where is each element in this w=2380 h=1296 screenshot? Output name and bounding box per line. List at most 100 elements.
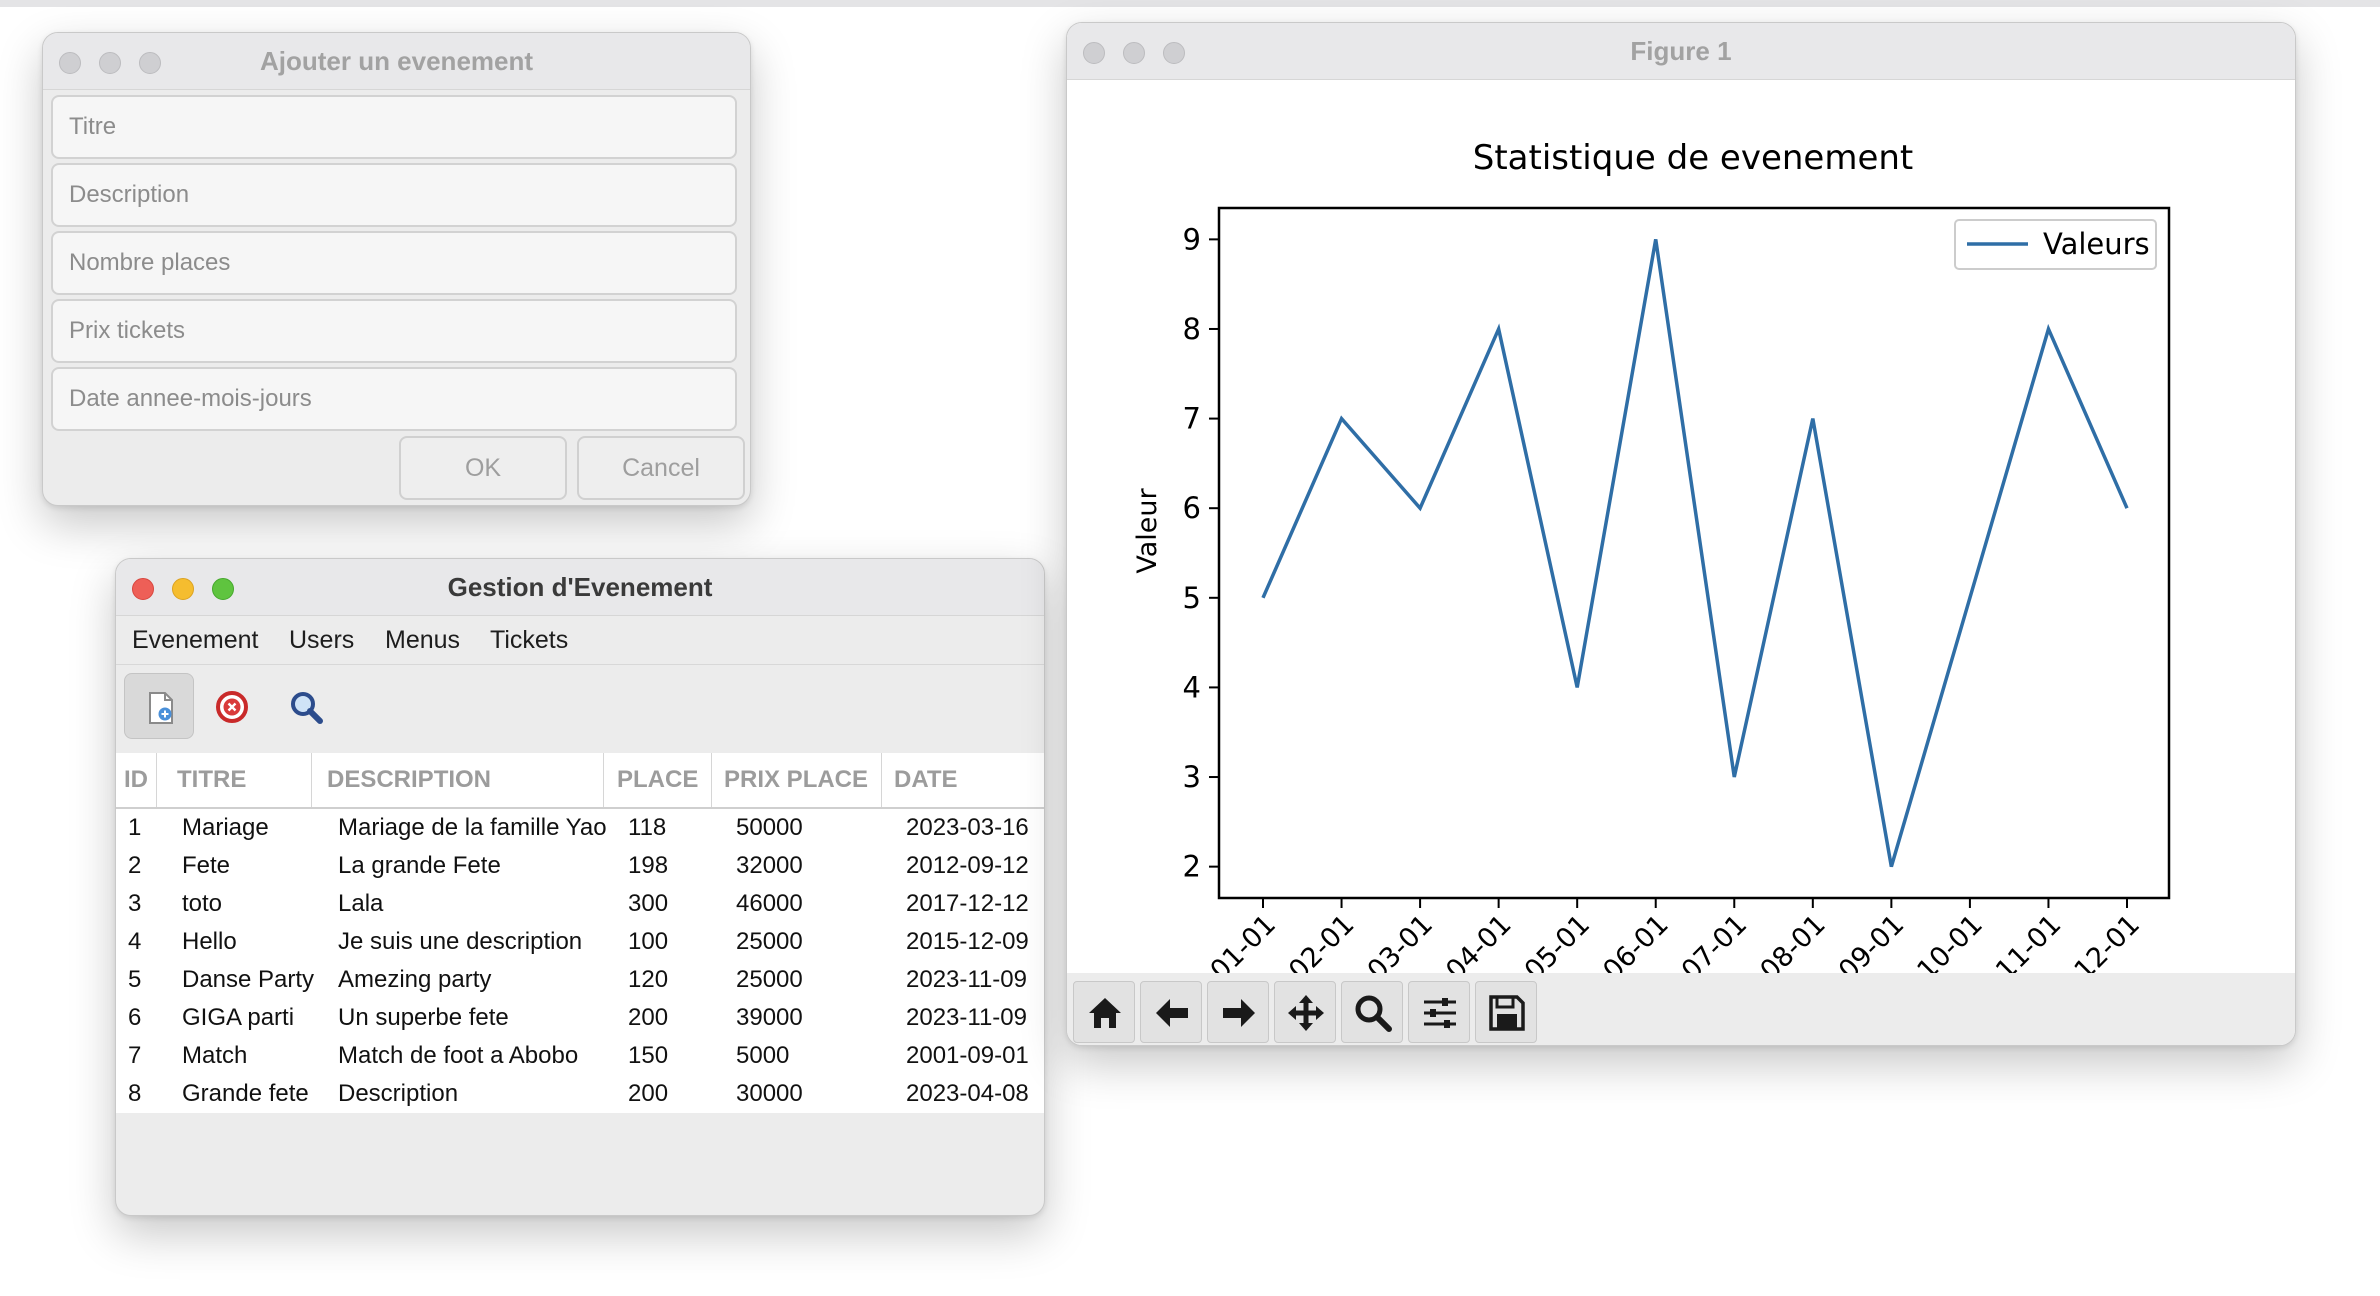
cell-date: 2001-09-01 xyxy=(906,1042,1029,1069)
y-tick-label: 9 xyxy=(1183,222,1201,256)
cell-description: Un superbe fete xyxy=(338,1004,509,1031)
dialog-title: Ajouter un evenement xyxy=(259,46,534,76)
screen-top-edge xyxy=(0,0,2380,7)
column-header-titre[interactable]: TITRE xyxy=(156,753,311,807)
back-arrow-icon xyxy=(1156,999,1188,1027)
cell-description: Amezing party xyxy=(338,966,492,993)
cell-titre: Danse Party xyxy=(182,966,315,993)
main-window-title: Gestion d'Evenement xyxy=(447,572,713,602)
cell-place: 200 xyxy=(628,1080,669,1107)
legend: Valeurs xyxy=(1954,219,2157,270)
axes-frame xyxy=(1217,206,2171,900)
add-event-dialog: Ajouter un evenement Titre Description N… xyxy=(42,32,751,506)
cell-id: 6 xyxy=(128,1004,142,1031)
y-tick-label: 5 xyxy=(1183,581,1201,615)
table-row[interactable]: 8 Grande fete Description 200 30000 2023-04-0… xyxy=(116,1075,1044,1113)
table-row[interactable]: 4 Hello Je suis une description 100 25000 201… xyxy=(116,923,1044,961)
search-event-button[interactable] xyxy=(270,673,340,739)
cell-prix-place: 30000 xyxy=(736,1080,803,1107)
configure-subplots-icon xyxy=(1424,998,1456,1028)
table-row[interactable]: 6 GIGA parti Un superbe fete 200 39000 2023-1… xyxy=(116,999,1044,1037)
cell-titre: toto xyxy=(182,890,223,917)
cell-prix-place: 50000 xyxy=(736,814,803,841)
cell-date: 2023-04-08 xyxy=(906,1080,1029,1107)
places-count-input[interactable]: Nombre places xyxy=(51,231,737,295)
cell-description: Mariage de la famille Yao xyxy=(338,814,607,841)
configure-subplots-button[interactable] xyxy=(1408,981,1470,1043)
x-tick-label: 1-06-01 xyxy=(1578,909,1674,973)
plot-area: Statistique de evenement Valeur 2 3 4 5 6 7 8 9… xyxy=(1067,80,2295,1005)
table-row[interactable]: 2 Fete La grande Fete 198 32000 2012-09-12 xyxy=(116,847,1044,885)
menu-users[interactable]: Users xyxy=(289,616,354,664)
cell-prix-place: 32000 xyxy=(736,852,803,879)
ticket-price-input[interactable]: Prix tickets xyxy=(51,299,737,363)
menu-menus[interactable]: Menus xyxy=(385,616,460,664)
y-tick-label: 3 xyxy=(1183,760,1201,794)
delete-icon xyxy=(216,691,248,723)
x-tick-label: 1-09-01 xyxy=(1814,909,1910,973)
save-figure-button[interactable] xyxy=(1475,981,1537,1043)
home-button[interactable] xyxy=(1073,981,1135,1043)
column-header-id[interactable]: ID xyxy=(116,753,156,807)
forward-button[interactable] xyxy=(1207,981,1269,1043)
description-input[interactable]: Description xyxy=(51,163,737,227)
add-event-button[interactable] xyxy=(124,673,194,739)
cancel-button[interactable]: Cancel xyxy=(577,436,745,500)
x-tick-label: 1-08-01 xyxy=(1735,909,1831,973)
cell-prix-place: 46000 xyxy=(736,890,803,917)
cell-prix-place: 39000 xyxy=(736,1004,803,1031)
cell-place: 118 xyxy=(628,814,667,841)
table-row[interactable]: 7 Match Match de foot a Abobo 150 5000 2001-0… xyxy=(116,1037,1044,1075)
figure-titlebar[interactable]: Figure 1 xyxy=(1067,23,2295,80)
back-button[interactable] xyxy=(1140,981,1202,1043)
x-tick-label: 1-02-01 xyxy=(1264,909,1360,973)
delete-event-button[interactable] xyxy=(196,673,266,739)
forward-arrow-icon xyxy=(1223,999,1255,1027)
column-header-prix-place[interactable]: PRIX PLACE xyxy=(711,753,881,807)
x-tick-label: 1-11-01 xyxy=(1971,909,2067,973)
add-document-icon xyxy=(149,692,173,724)
table-row[interactable]: 3 toto Lala 300 46000 2017-12-12 xyxy=(116,885,1044,923)
event-management-window: Gestion d'Evenement Evenement Users Menu… xyxy=(115,558,1045,1216)
title-input[interactable]: Titre xyxy=(51,95,737,159)
x-tick-label: 1-10-01 xyxy=(1892,909,1988,973)
table-row[interactable]: 1 Mariage Mariage de la famille Yao 118 5000… xyxy=(116,809,1044,847)
menu-tickets[interactable]: Tickets xyxy=(490,616,568,664)
cell-description: Description xyxy=(338,1080,459,1107)
cell-titre: Hello xyxy=(182,928,237,955)
cell-id: 5 xyxy=(128,966,142,993)
pan-icon xyxy=(1288,995,1324,1031)
column-header-description[interactable]: DESCRIPTION xyxy=(311,753,603,807)
cell-prix-place: 25000 xyxy=(736,966,803,993)
save-icon xyxy=(1489,995,1525,1031)
main-titlebar[interactable]: Gestion d'Evenement xyxy=(116,559,1044,616)
table-row[interactable]: 5 Danse Party Amezing party 120 25000 2023-11… xyxy=(116,961,1044,999)
x-axis: -01-011-02-011-03-011-04-011-05-011-06-0… xyxy=(1198,898,2146,1005)
ok-button[interactable]: OK xyxy=(399,436,567,500)
table-header: ID TITRE DESCRIPTION PLACE PRIX PLACE DA… xyxy=(116,753,1044,809)
y-tick-label: 8 xyxy=(1183,312,1201,346)
x-tick-label: 1-03-01 xyxy=(1343,909,1439,973)
line-chart: Statistique de evenement Valeur 2 3 4 5 6 7 8 9… xyxy=(1132,138,2171,1005)
y-tick-label: 2 xyxy=(1183,850,1201,884)
cell-place: 100 xyxy=(628,928,669,955)
x-tick-label: 1-04-01 xyxy=(1421,909,1517,973)
date-input[interactable]: Date annee-mois-jours xyxy=(51,367,737,431)
cell-id: 7 xyxy=(128,1042,142,1069)
cell-description: Je suis une description xyxy=(338,928,583,955)
pan-button[interactable] xyxy=(1274,981,1336,1043)
column-header-place[interactable]: PLACE xyxy=(603,753,711,807)
column-header-date[interactable]: DATE xyxy=(881,753,1044,807)
zoom-button[interactable] xyxy=(1341,981,1403,1043)
cell-description: Lala xyxy=(338,890,384,917)
y-axis-label: Valeur xyxy=(1132,487,1163,573)
cell-place: 198 xyxy=(628,852,669,879)
y-tick-label: 6 xyxy=(1183,491,1201,525)
menu-bar: Evenement Users Menus Tickets xyxy=(116,616,1044,665)
cell-titre: Grande fete xyxy=(182,1080,309,1107)
table-body: 1 Mariage Mariage de la famille Yao 118 5000… xyxy=(116,809,1044,1113)
cell-place: 150 xyxy=(628,1042,669,1069)
figure-window: Figure 1 Statistique de evenement Valeur… xyxy=(1066,22,2296,1046)
menu-evenement[interactable]: Evenement xyxy=(132,616,258,664)
dialog-titlebar[interactable]: Ajouter un evenement xyxy=(43,33,750,90)
